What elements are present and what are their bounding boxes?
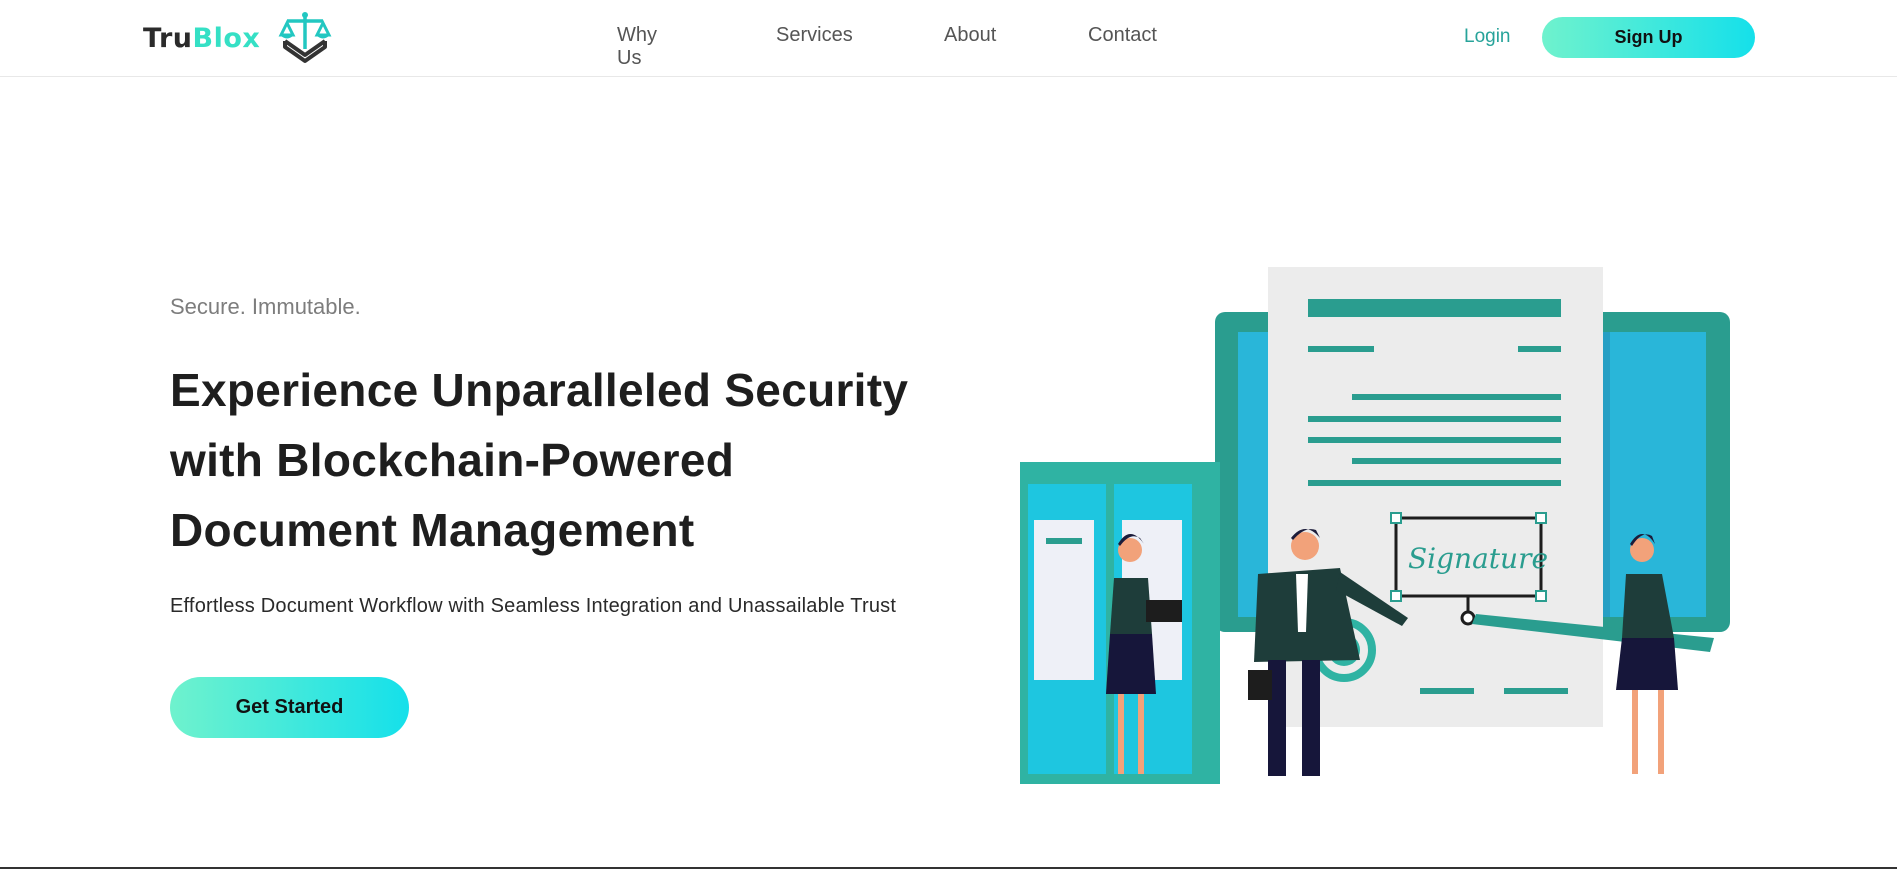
hero-headline-line-1: Experience Unparalleled Security — [170, 364, 909, 416]
doc-line — [1308, 416, 1561, 422]
doc-line — [1308, 480, 1561, 486]
login-link[interactable]: Login — [1464, 26, 1511, 48]
sign-up-button[interactable]: Sign Up — [1542, 17, 1755, 58]
hero-eyebrow: Secure. Immutable. — [170, 294, 361, 319]
hero-subline: Effortless Document Workflow with Seamle… — [170, 595, 897, 617]
logo-wordmark-tru: Tru — [143, 22, 193, 54]
person-left-body — [1110, 578, 1152, 634]
nav-why-us[interactable]: Why Us — [617, 24, 657, 70]
scales-cube-icon — [278, 12, 332, 63]
doc-line — [1352, 394, 1561, 400]
hero-illustration: Signature — [1020, 267, 1730, 784]
doc-line — [1518, 346, 1561, 352]
nav-about[interactable]: About — [944, 24, 996, 47]
hero-headline-line-3: Document Management — [170, 504, 695, 556]
get-started-button[interactable]: Get Started — [170, 677, 409, 738]
brand-logo[interactable]: TruBlox — [143, 10, 334, 66]
panel-line — [1046, 538, 1082, 544]
nav-contact[interactable]: Contact — [1088, 24, 1157, 47]
person-left-laptop — [1146, 600, 1182, 622]
doc-line — [1308, 346, 1374, 352]
site-header: TruBlox Why Us Services About Contact Lo… — [0, 0, 1897, 77]
doc-line — [1352, 458, 1561, 464]
signature-text: Signature — [1408, 542, 1548, 575]
logo-wordmark: TruBlox — [143, 23, 260, 54]
doc-line — [1308, 437, 1561, 443]
doc-line — [1420, 688, 1474, 694]
nav-services[interactable]: Services — [776, 24, 853, 47]
doc-line — [1504, 688, 1568, 694]
logo-wordmark-blox: Blox — [192, 22, 261, 54]
doc-title-bar — [1308, 299, 1561, 317]
hero-headline: Experience Unparalleled Security with Bl… — [170, 355, 930, 565]
briefcase — [1248, 670, 1272, 700]
hero-headline-line-2: with Blockchain-Powered — [170, 434, 735, 486]
